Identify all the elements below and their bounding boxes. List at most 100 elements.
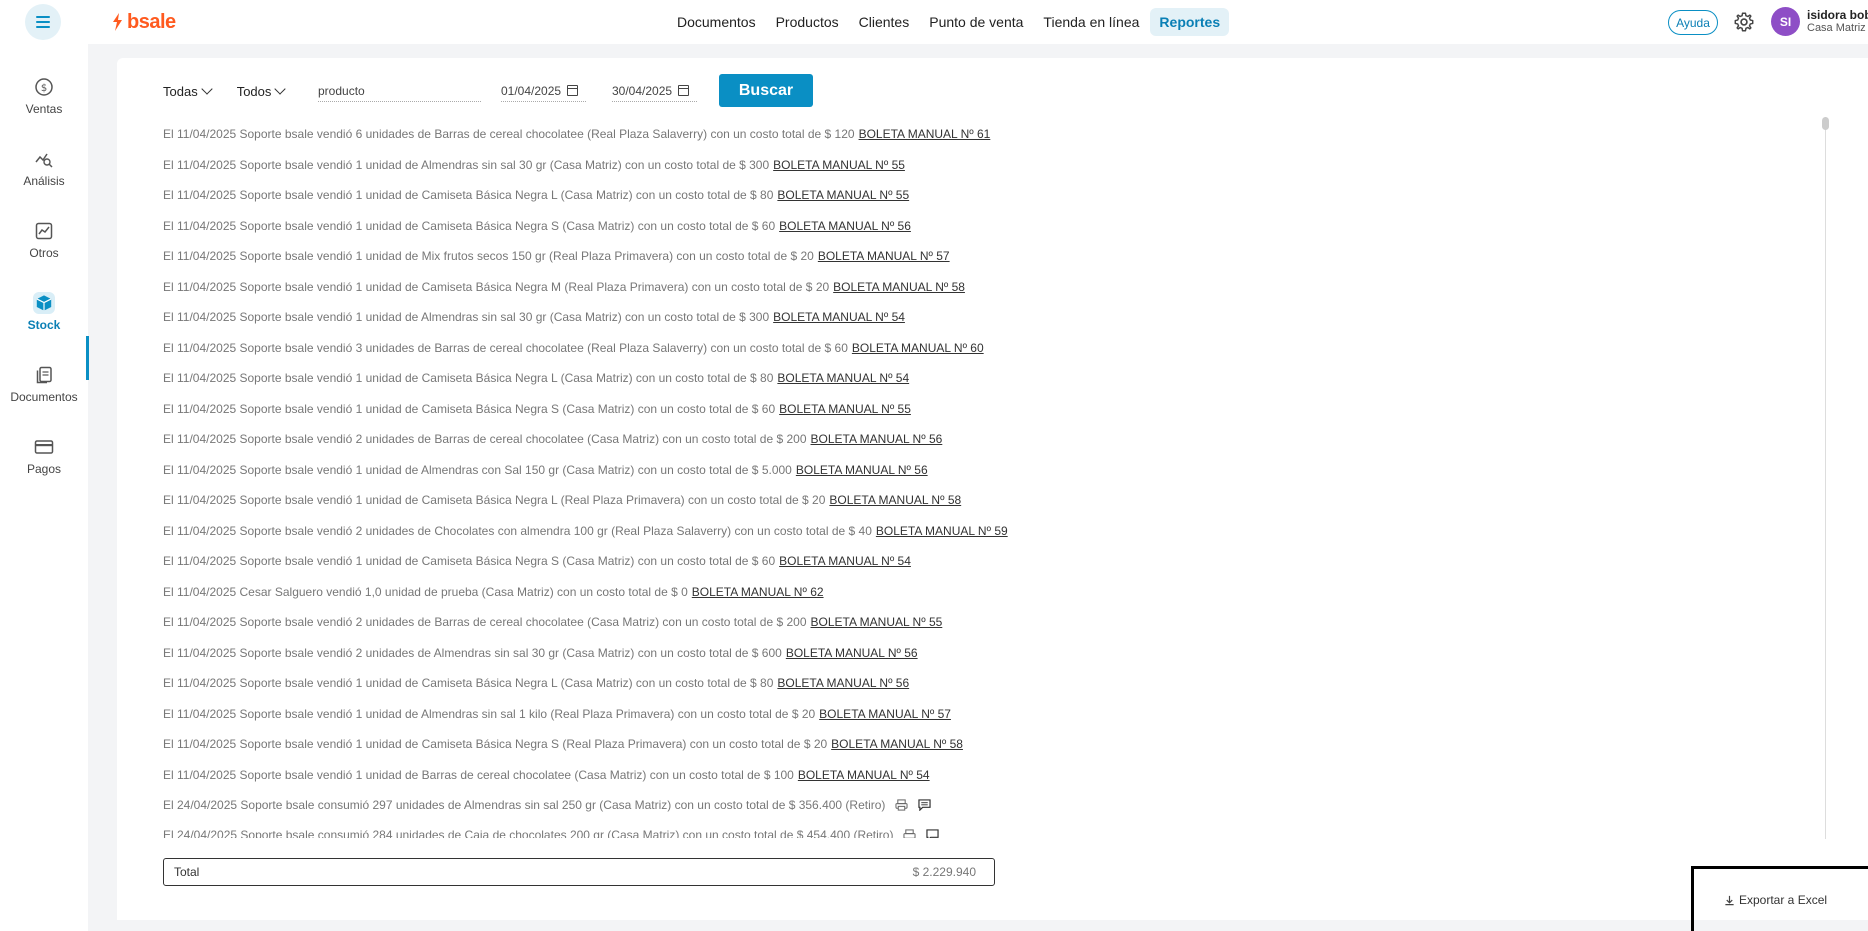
row-text: El 11/04/2025 Soporte bsale vendió 1 uni… <box>163 188 774 202</box>
document-link[interactable]: BOLETA MANUAL Nº 54 <box>777 371 909 385</box>
list-item: El 11/04/2025 Soporte bsale vendió 1 uni… <box>163 307 905 327</box>
export-label: Exportar a Excel <box>1739 893 1828 907</box>
sidebar-item-pagos[interactable]: Pagos <box>0 426 88 486</box>
list-item: El 11/04/2025 Soporte bsale vendió 1 uni… <box>163 490 961 510</box>
list-item: El 11/04/2025 Soporte bsale vendió 1 uni… <box>163 216 911 236</box>
document-link[interactable]: BOLETA MANUAL Nº 55 <box>779 402 911 416</box>
print-icon[interactable] <box>903 829 916 838</box>
sidebar-item-label: Documentos <box>10 390 78 404</box>
user-store: Casa Matriz <box>1807 22 1866 34</box>
list-item: El 24/04/2025 Soporte bsale consumió 297… <box>163 795 932 815</box>
document-link[interactable]: BOLETA MANUAL Nº 55 <box>773 158 905 172</box>
nav-documentos[interactable]: Documentos <box>668 8 765 36</box>
document-link[interactable]: BOLETA MANUAL Nº 54 <box>773 310 905 324</box>
document-link[interactable]: BOLETA MANUAL Nº 56 <box>779 219 911 233</box>
document-link[interactable]: BOLETA MANUAL Nº 57 <box>819 707 951 721</box>
row-text: El 11/04/2025 Soporte bsale vendió 1 uni… <box>163 218 776 233</box>
dollar-circle-icon: $ <box>33 76 55 98</box>
list-item: El 11/04/2025 Soporte bsale vendió 1 uni… <box>163 246 950 266</box>
nav-productos[interactable]: Productos <box>767 8 848 36</box>
list-item: El 11/04/2025 Soporte bsale vendió 2 uni… <box>163 643 918 663</box>
document-link[interactable]: BOLETA MANUAL Nº 62 <box>692 585 824 599</box>
list-item: El 11/04/2025 Soporte bsale vendió 1 uni… <box>163 765 930 785</box>
nav-punto-de-venta[interactable]: Punto de venta <box>920 8 1032 36</box>
total-label: Total <box>174 865 200 879</box>
sidebar-item-documentos[interactable]: Documentos <box>0 354 88 414</box>
sidebar: $ Ventas Análisis Otros Stock Documentos… <box>0 44 89 931</box>
chevron-down-icon <box>274 83 287 95</box>
row-text: El 11/04/2025 Soporte bsale vendió 1 uni… <box>163 279 830 294</box>
document-link[interactable]: BOLETA MANUAL Nº 55 <box>777 188 909 202</box>
document-link[interactable]: BOLETA MANUAL Nº 56 <box>786 646 918 660</box>
row-text: El 11/04/2025 Soporte bsale vendió 1 uni… <box>163 249 814 263</box>
row-text: El 11/04/2025 Soporte bsale vendió 1 uni… <box>163 767 794 782</box>
user-name[interactable]: isidora bob <box>1807 8 1868 22</box>
gear-icon[interactable] <box>1733 11 1755 33</box>
list-item: El 11/04/2025 Soporte bsale vendió 1 uni… <box>163 277 965 297</box>
document-link[interactable]: BOLETA MANUAL Nº 61 <box>859 127 991 141</box>
list-item: El 11/04/2025 Soporte bsale vendió 1 uni… <box>163 185 909 205</box>
date-to-field[interactable]: 30/04/2025 <box>612 80 697 102</box>
document-link[interactable]: BOLETA MANUAL Nº 56 <box>811 432 943 446</box>
print-icon[interactable] <box>895 799 908 811</box>
sidebar-item-analisis[interactable]: Análisis <box>0 138 88 198</box>
document-link[interactable]: BOLETA MANUAL Nº 57 <box>818 249 950 263</box>
date-from-field[interactable]: 01/04/2025 <box>501 80 586 102</box>
document-link[interactable]: BOLETA MANUAL Nº 58 <box>833 280 965 294</box>
document-link[interactable]: BOLETA MANUAL Nº 54 <box>779 554 911 568</box>
row-text: El 11/04/2025 Soporte bsale vendió 1 uni… <box>163 401 776 416</box>
row-text: El 11/04/2025 Soporte bsale vendió 2 uni… <box>163 432 807 446</box>
sidebar-item-label: Análisis <box>23 174 65 188</box>
list-item: El 11/04/2025 Soporte bsale vendió 1 uni… <box>163 551 911 571</box>
sidebar-item-stock[interactable]: Stock <box>0 282 88 342</box>
list-item: El 11/04/2025 Soporte bsale vendió 2 uni… <box>163 612 942 632</box>
row-text: El 11/04/2025 Soporte bsale vendió 1 uni… <box>163 493 826 507</box>
scrollbar-thumb[interactable] <box>1822 117 1829 130</box>
document-link[interactable]: BOLETA MANUAL Nº 56 <box>777 676 909 690</box>
menu-icon[interactable] <box>25 4 61 40</box>
sidebar-item-label: Ventas <box>25 102 63 116</box>
filter-todos-label: Todos <box>236 83 272 99</box>
search-button[interactable]: Buscar <box>719 74 813 107</box>
comment-icon[interactable] <box>918 799 932 811</box>
main-nav: Documentos Productos Clientes Punto de v… <box>668 6 1230 38</box>
filter-todas-dropdown[interactable]: Todas <box>163 83 213 99</box>
document-link[interactable]: BOLETA MANUAL Nº 60 <box>852 341 984 355</box>
row-text: El 24/04/2025 Soporte bsale consumió 297… <box>163 798 886 812</box>
document-link[interactable]: BOLETA MANUAL Nº 56 <box>796 463 928 477</box>
calendar-icon <box>567 85 579 96</box>
document-link[interactable]: BOLETA MANUAL Nº 59 <box>876 524 1008 538</box>
document-link[interactable]: BOLETA MANUAL Nº 58 <box>829 493 961 507</box>
export-excel-button[interactable]: Exportar a Excel <box>1724 893 1827 907</box>
document-link[interactable]: BOLETA MANUAL Nº 58 <box>831 737 963 751</box>
list-item: El 11/04/2025 Soporte bsale vendió 1 uni… <box>163 155 905 175</box>
box-icon <box>33 292 55 314</box>
svg-text:$: $ <box>41 83 47 94</box>
brand-logo[interactable]: bsale <box>110 10 176 34</box>
document-link[interactable]: BOLETA MANUAL Nº 55 <box>811 615 943 629</box>
calendar-icon <box>678 85 690 96</box>
row-text: El 11/04/2025 Soporte bsale vendió 1 uni… <box>163 371 774 385</box>
row-text: El 11/04/2025 Soporte bsale vendió 1 uni… <box>163 157 770 172</box>
sidebar-item-otros[interactable]: Otros <box>0 210 88 270</box>
document-link[interactable]: BOLETA MANUAL Nº 54 <box>798 768 930 782</box>
comment-icon[interactable] <box>926 829 940 838</box>
help-button[interactable]: Ayuda <box>1668 10 1718 35</box>
scrollbar-track[interactable] <box>1825 117 1826 839</box>
sidebar-item-label: Otros <box>29 246 59 260</box>
credit-card-icon <box>33 436 55 458</box>
list-item: El 11/04/2025 Cesar Salguero vendió 1,0 … <box>163 582 824 602</box>
list-item: El 11/04/2025 Soporte bsale vendió 1 uni… <box>163 734 963 754</box>
filter-todos-dropdown[interactable]: Todos <box>236 83 287 99</box>
analytics-search-icon <box>33 148 55 170</box>
row-text: El 11/04/2025 Soporte bsale vendió 1 uni… <box>163 676 774 690</box>
nav-tienda-en-linea[interactable]: Tienda en línea <box>1034 8 1148 36</box>
sidebar-item-ventas[interactable]: $ Ventas <box>0 66 88 126</box>
nav-reportes[interactable]: Reportes <box>1150 8 1230 36</box>
avatar[interactable]: SI <box>1771 7 1800 36</box>
list-item: El 11/04/2025 Soporte bsale vendió 2 uni… <box>163 521 1008 541</box>
list-item: El 24/04/2025 Soporte bsale consumió 284… <box>163 825 940 838</box>
chevron-down-icon <box>201 83 213 95</box>
product-search-input[interactable] <box>318 80 481 102</box>
nav-clientes[interactable]: Clientes <box>850 8 919 36</box>
